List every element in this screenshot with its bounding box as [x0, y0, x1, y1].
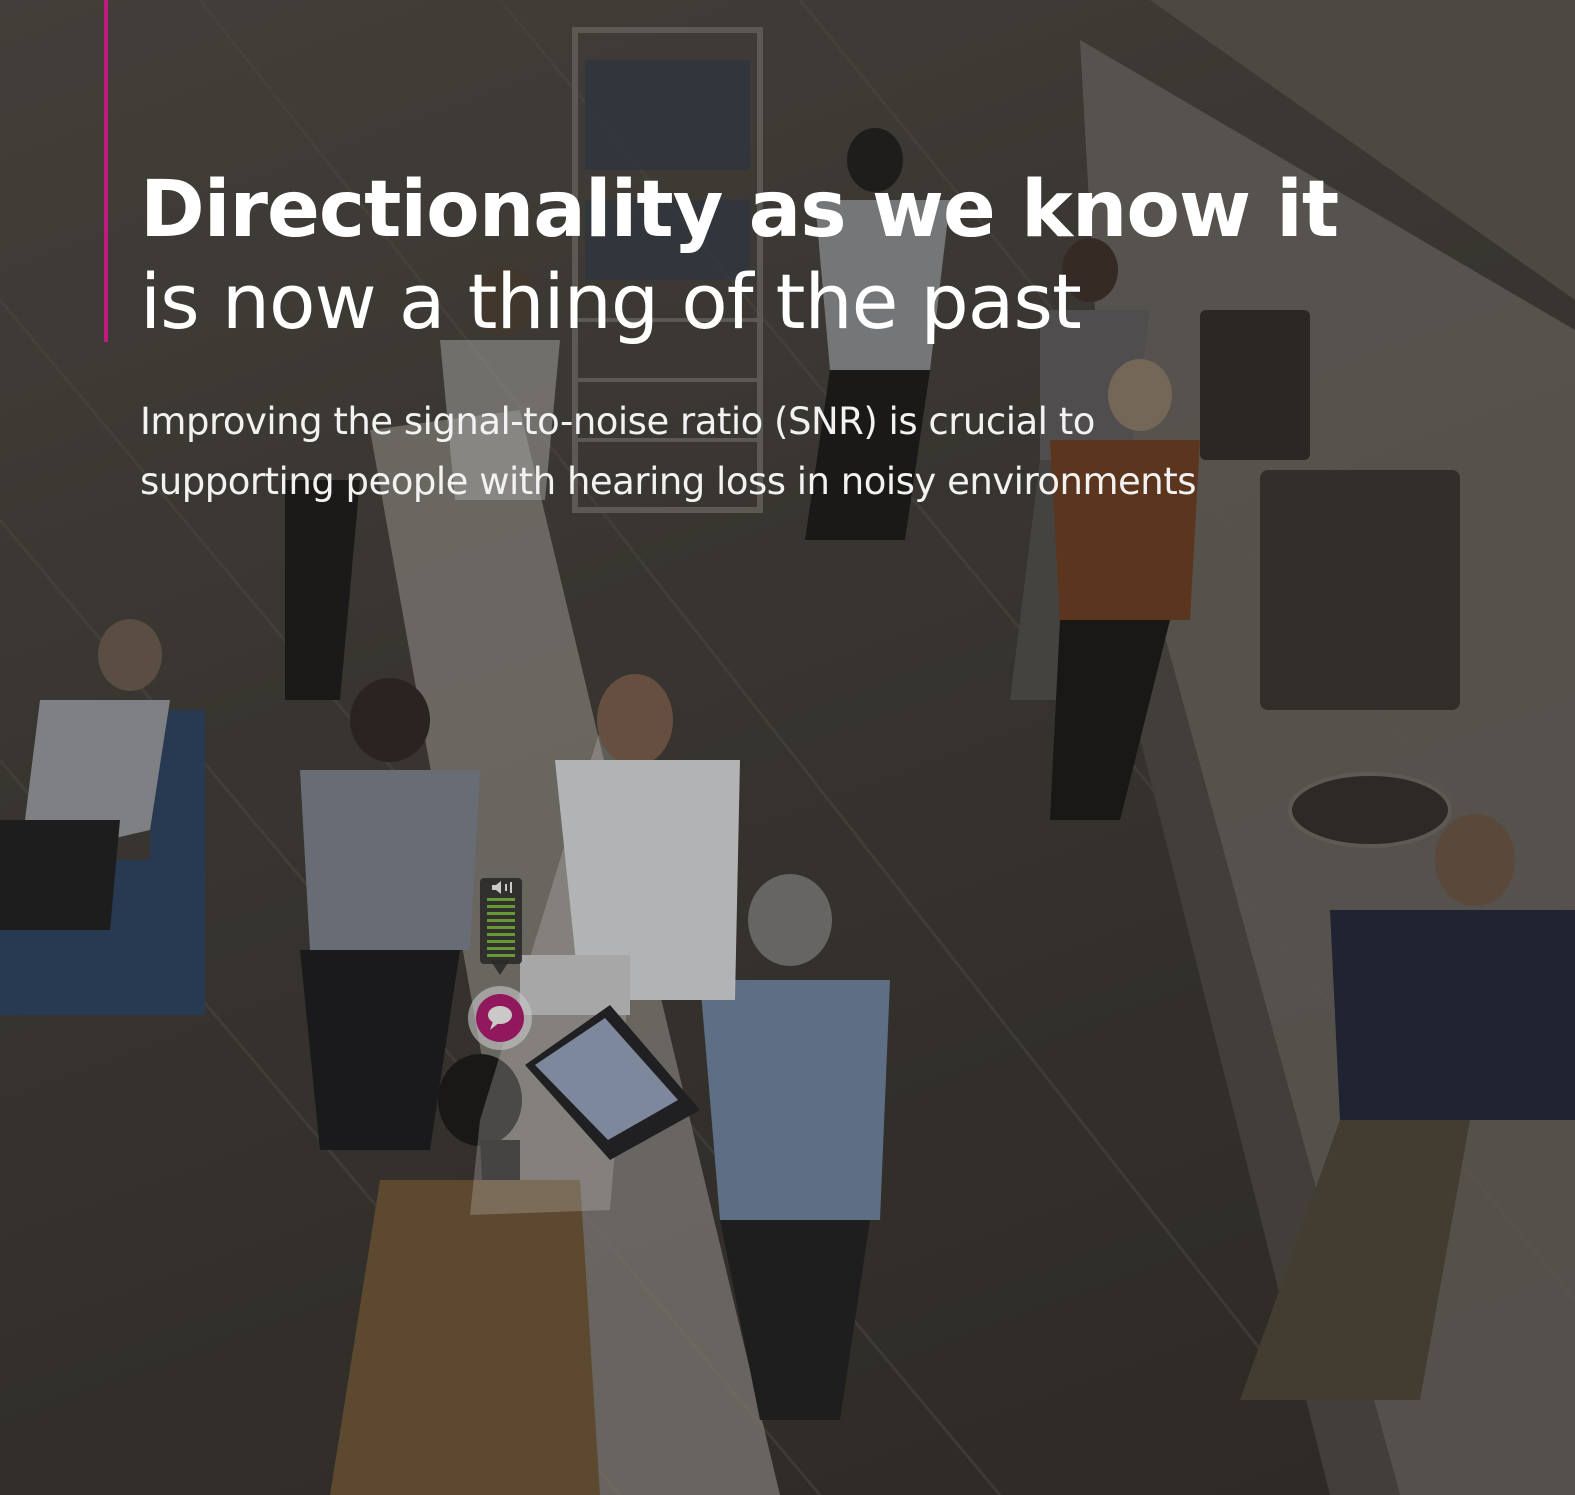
subheading-line-2: supporting people with hearing loss in n… — [140, 460, 1197, 503]
subheading: Improving the signal-to-noise ratio (SNR… — [140, 392, 1380, 512]
headline-bold-line: Directionality as we know it — [140, 165, 1339, 255]
accent-bar — [104, 0, 108, 342]
page: Directionality as we know it is now a th… — [0, 0, 1575, 1495]
headline-light-line: is now a thing of the past — [140, 257, 1082, 346]
headline: Directionality as we know it is now a th… — [140, 164, 1440, 348]
subheading-line-1: Improving the signal-to-noise ratio (SNR… — [140, 400, 1095, 443]
